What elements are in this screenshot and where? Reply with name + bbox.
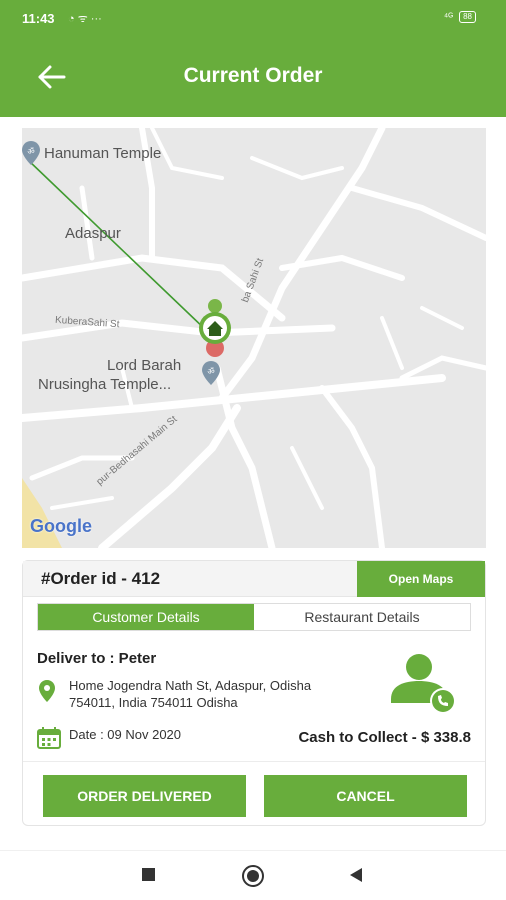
address-line-1: Home Jogendra Nath St, Adaspur, Odisha	[69, 678, 312, 693]
page-title: Current Order	[183, 64, 323, 87]
delivery-map[interactable]: Hanuman Temple ॐ Adaspur KuberaSahi St b…	[22, 128, 486, 548]
order-id: #Order id - 412	[41, 569, 161, 588]
deliver-to-label: Deliver to : Peter	[37, 650, 157, 667]
svg-text:ॐ: ॐ	[27, 147, 34, 156]
location-pin-icon	[37, 679, 57, 708]
tab-restaurant-details[interactable]: Restaurant Details	[254, 604, 470, 630]
cancel-button[interactable]: CANCEL	[264, 775, 467, 817]
battery-icon: 88	[459, 11, 476, 23]
tab-customer-details[interactable]: Customer Details	[38, 604, 254, 630]
map-label-lord-barah-2: Nrusingha Temple...	[38, 376, 172, 393]
call-customer-icon[interactable]	[389, 653, 461, 720]
order-card-header: #Order id - 412 Open Maps	[23, 561, 485, 597]
order-date: Date : 09 Nov 2020	[69, 727, 182, 742]
status-time: 11:43	[22, 11, 55, 26]
cash-to-collect: Cash to Collect - $ 338.8	[298, 729, 471, 746]
open-maps-button[interactable]: Open Maps	[357, 561, 485, 597]
calendar-icon	[37, 727, 61, 754]
map-label-hanuman: Hanuman Temple	[44, 145, 162, 162]
home-circle-icon[interactable]	[241, 864, 265, 893]
address-line-2: 754011, India 754011 Odisha	[69, 695, 238, 710]
google-logo: Google	[30, 516, 92, 536]
map-label-lord-barah-1: Lord Barah	[107, 357, 182, 374]
details-tabs: Customer Details Restaurant Details	[37, 603, 471, 631]
delivery-address: Home Jogendra Nath St, Adaspur, Odisha 7…	[69, 677, 369, 711]
signal-icon: ⁴ᴳ	[443, 11, 454, 23]
status-right: ⁴ᴳ 88	[444, 11, 476, 23]
map-roads	[22, 128, 486, 548]
system-nav-bar	[0, 850, 506, 900]
recents-square-icon[interactable]	[141, 867, 157, 888]
back-triangle-icon[interactable]	[348, 867, 364, 888]
status-icons: ◔ ᯤ ···	[68, 13, 102, 25]
order-card: #Order id - 412 Open Maps Customer Detai…	[22, 560, 486, 826]
app-header: 11:43 ◔ ᯤ ··· ⁴ᴳ 88 Current Order	[0, 0, 506, 117]
order-delivered-button[interactable]: ORDER DELIVERED	[43, 775, 246, 817]
svg-text:ॐ: ॐ	[207, 367, 214, 376]
map-label-adaspur: Adaspur	[65, 225, 121, 242]
divider	[23, 761, 485, 762]
